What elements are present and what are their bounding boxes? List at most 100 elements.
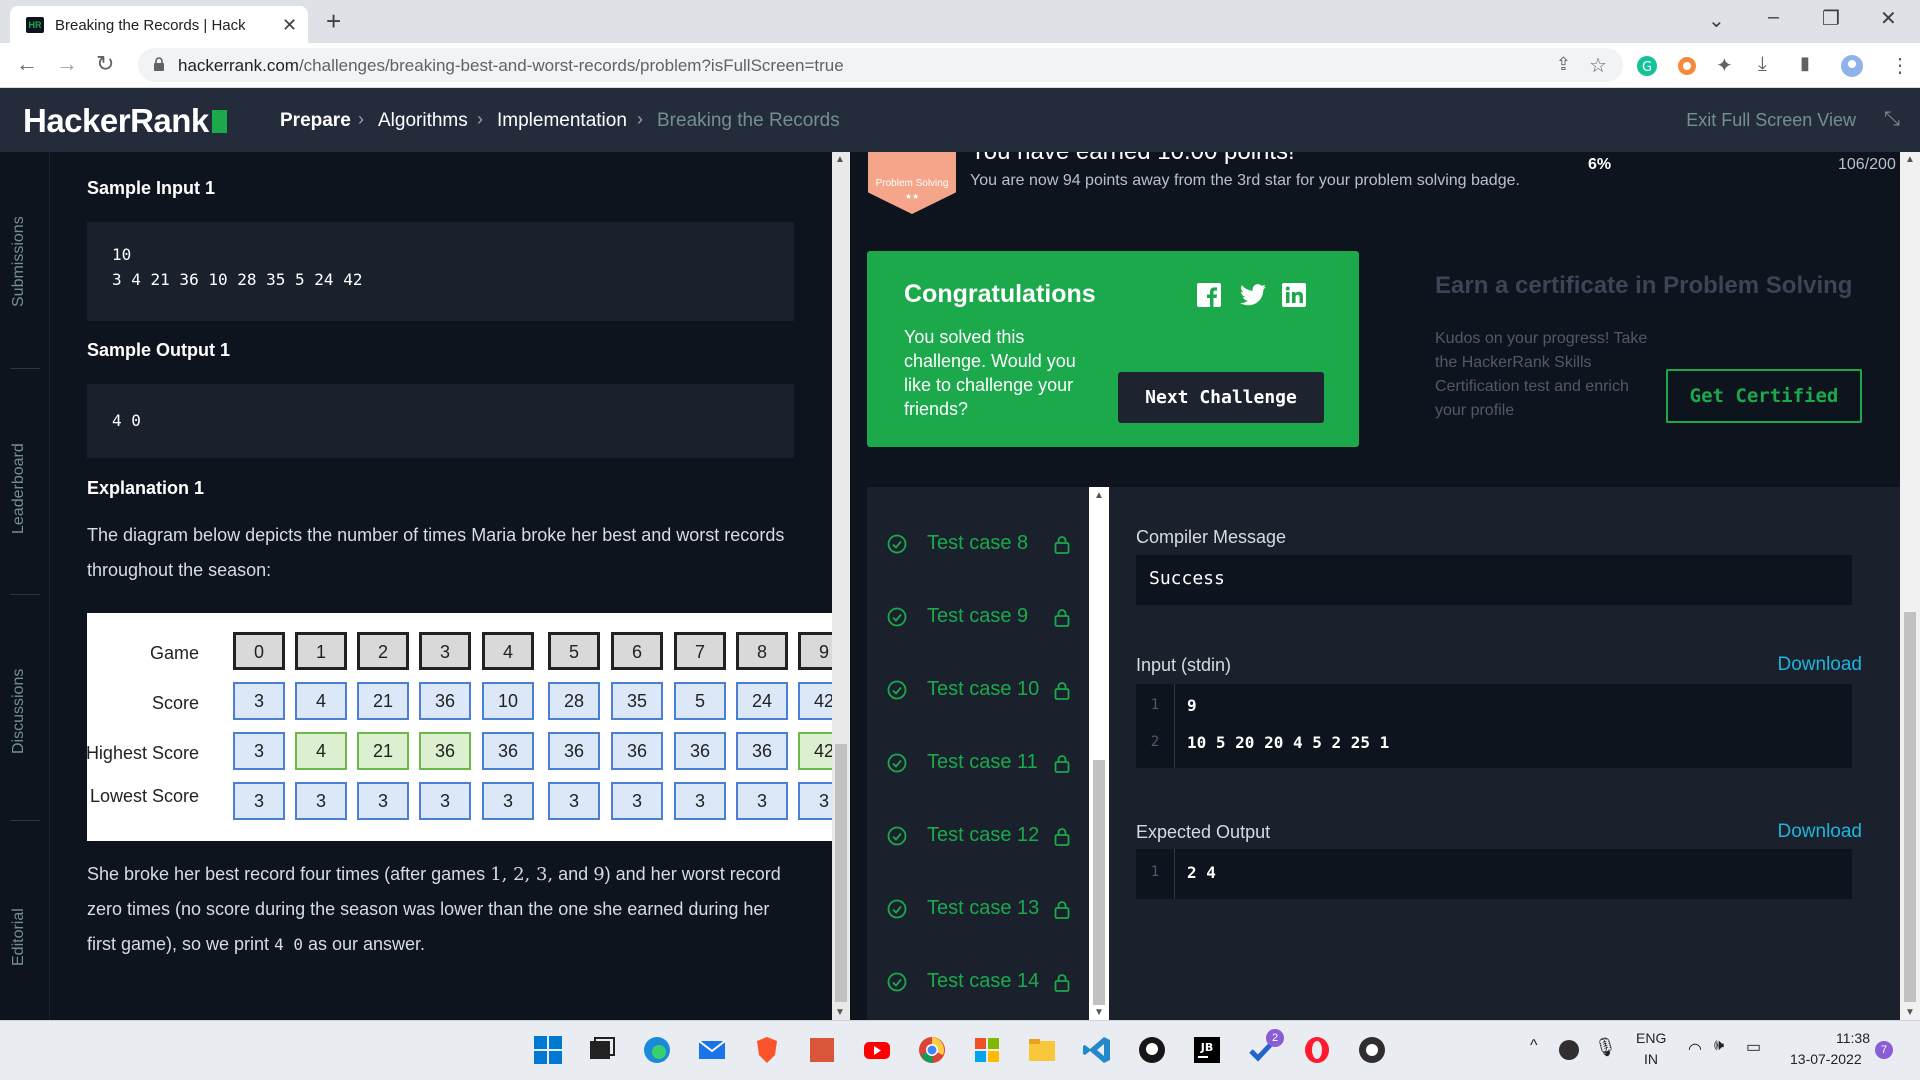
linkedin-icon[interactable] (1282, 283, 1306, 307)
clock-date[interactable]: 13-07-2022 (1790, 1051, 1862, 1067)
input-label: Input (stdin) (1136, 655, 1232, 675)
profile-avatar[interactable] (1841, 55, 1863, 77)
brave-icon[interactable] (752, 1035, 782, 1065)
chevron-right-icon: › (358, 109, 364, 129)
scroll-down-icon[interactable]: ▼ (1905, 1007, 1915, 1018)
test-case-item[interactable]: Test case 12 (887, 822, 1077, 852)
scroll-thumb[interactable] (1093, 760, 1105, 1005)
exit-fullscreen-link[interactable]: Exit Full Screen View (1686, 110, 1856, 131)
browser-menu-icon[interactable]: ⋮ (1890, 53, 1910, 78)
address-bar[interactable]: hackerrank.com/challenges/breaking-best-… (138, 48, 1623, 82)
microphone-icon[interactable]: 🎙 (1594, 1037, 1617, 1058)
points-earned-text: You have earned 10.00 points! (970, 152, 1295, 166)
badge-percent: 6% (1588, 156, 1612, 173)
problem-scrollbar[interactable]: ▲ ▼ (832, 152, 850, 1020)
rail-discussions[interactable]: Discussions (10, 669, 28, 754)
scroll-thumb[interactable] (1904, 612, 1916, 1002)
file-explorer-icon[interactable] (1027, 1035, 1057, 1065)
scroll-down-icon[interactable]: ▼ (1094, 1007, 1104, 1018)
language-top[interactable]: ENG (1636, 1030, 1666, 1046)
test-case-item[interactable]: Test case 11 (887, 749, 1077, 779)
obs-tray-icon[interactable] (1558, 1039, 1580, 1061)
vscode-icon[interactable] (1082, 1035, 1112, 1065)
side-panel-icon[interactable]: ▮ (1800, 53, 1810, 74)
language-bottom[interactable]: IN (1644, 1051, 1658, 1067)
new-tab-button[interactable]: + (326, 6, 341, 37)
jetbrains-icon[interactable]: JB (1192, 1035, 1222, 1065)
reload-icon[interactable]: ↻ (96, 51, 114, 77)
test-case-item[interactable]: Test case 10 (887, 676, 1077, 706)
grammarly-extension-icon[interactable]: G (1636, 55, 1658, 77)
rail-submissions[interactable]: Submissions (10, 216, 28, 307)
sample-input-block: 10 3 4 21 36 10 28 35 5 24 42 (87, 222, 794, 321)
breadcrumb-prepare[interactable]: Prepare (280, 110, 351, 132)
highest-score-cell: 36 (419, 732, 471, 770)
facebook-icon[interactable] (1197, 283, 1221, 307)
scroll-down-icon[interactable]: ▼ (835, 1007, 845, 1018)
forward-icon[interactable]: → (56, 51, 78, 77)
rail-leaderboard[interactable]: Leaderboard (10, 443, 28, 534)
rail-editorial[interactable]: Editorial (10, 908, 28, 966)
get-certified-button[interactable]: Get Certified (1666, 369, 1862, 423)
download-icon[interactable]: ⤓ (1758, 53, 1767, 76)
input-download-link[interactable]: Download (1778, 654, 1863, 676)
task-view-icon[interactable] (587, 1035, 617, 1065)
chrome-icon[interactable] (917, 1035, 947, 1065)
back-icon[interactable]: ← (16, 51, 38, 77)
show-hidden-icons-icon[interactable]: ^ (1530, 1037, 1538, 1055)
chevron-right-icon: › (477, 109, 483, 129)
breadcrumb-algorithms[interactable]: Algorithms (378, 110, 468, 132)
wifi-icon[interactable]: ◠ (1688, 1039, 1702, 1059)
scroll-up-icon[interactable]: ▲ (1905, 154, 1915, 165)
clock-time[interactable]: 11:38 (1836, 1030, 1870, 1046)
extension-icon[interactable] (1676, 55, 1698, 77)
opera-icon[interactable] (1302, 1035, 1332, 1065)
mail-icon[interactable] (697, 1035, 727, 1065)
score-cell: 28 (548, 682, 600, 720)
tab-search-icon[interactable]: ⌄ (1708, 8, 1725, 33)
test-case-item[interactable]: Test case 8 (887, 530, 1077, 560)
next-challenge-button[interactable]: Next Challenge (1118, 372, 1324, 423)
extensions-puzzle-icon[interactable]: ✦ (1716, 53, 1733, 78)
browser-tab[interactable]: HR Breaking the Records | HackerRank ✕ (10, 6, 308, 43)
battery-icon[interactable]: ▭ (1746, 1037, 1761, 1057)
row-label-game: Game (149, 643, 199, 663)
score-cell: 21 (357, 682, 409, 720)
microsoft-store-icon[interactable] (972, 1035, 1002, 1065)
edge-icon[interactable] (642, 1035, 672, 1065)
github-icon[interactable] (1137, 1035, 1167, 1065)
scroll-thumb[interactable] (835, 744, 847, 1002)
test-case-scrollbar[interactable]: ▲ ▼ (1089, 487, 1109, 1020)
minimize-window-button[interactable]: – (1768, 6, 1779, 29)
close-tab-icon[interactable]: ✕ (282, 15, 297, 36)
congrats-message: You solved this challenge. Would you lik… (904, 327, 1076, 419)
twitter-icon[interactable] (1240, 284, 1266, 306)
share-icon[interactable]: ⇪ (1556, 54, 1571, 75)
collapse-icon[interactable]: ⤡ (1884, 108, 1900, 131)
office-app-icon[interactable] (807, 1035, 837, 1065)
check-circle-icon (887, 826, 907, 846)
expected-download-link[interactable]: Download (1778, 821, 1863, 843)
scroll-up-icon[interactable]: ▲ (1094, 490, 1104, 501)
test-case-item[interactable]: Test case 14 (887, 968, 1077, 998)
windows-start-icon[interactable] (533, 1035, 563, 1065)
volume-icon[interactable]: 🕪 (1714, 1037, 1724, 1055)
test-case-item[interactable]: Test case 9 (887, 603, 1077, 633)
close-window-button[interactable]: ✕ (1880, 6, 1897, 31)
lowest-score-cell: 3 (295, 782, 347, 820)
scroll-up-icon[interactable]: ▲ (835, 154, 845, 165)
game-cell: 6 (611, 632, 663, 670)
score-cell: 5 (674, 682, 726, 720)
highest-score-cell: 3 (233, 732, 285, 770)
test-case-item[interactable]: Test case 13 (887, 895, 1077, 925)
page-scrollbar[interactable]: ▲ ▼ (1900, 152, 1920, 1020)
notification-badge[interactable]: 7 (1875, 1041, 1893, 1059)
obs-icon[interactable] (1357, 1035, 1387, 1065)
breadcrumb-implementation[interactable]: Implementation (497, 110, 627, 132)
maximize-window-button[interactable]: ❐ (1822, 6, 1840, 31)
bookmark-star-icon[interactable]: ☆ (1589, 53, 1607, 78)
row-label-score: Score (151, 693, 199, 713)
youtube-icon[interactable] (862, 1035, 892, 1065)
hackerrank-logo[interactable]: HackerRank (23, 102, 227, 140)
game-cell: 5 (548, 632, 600, 670)
